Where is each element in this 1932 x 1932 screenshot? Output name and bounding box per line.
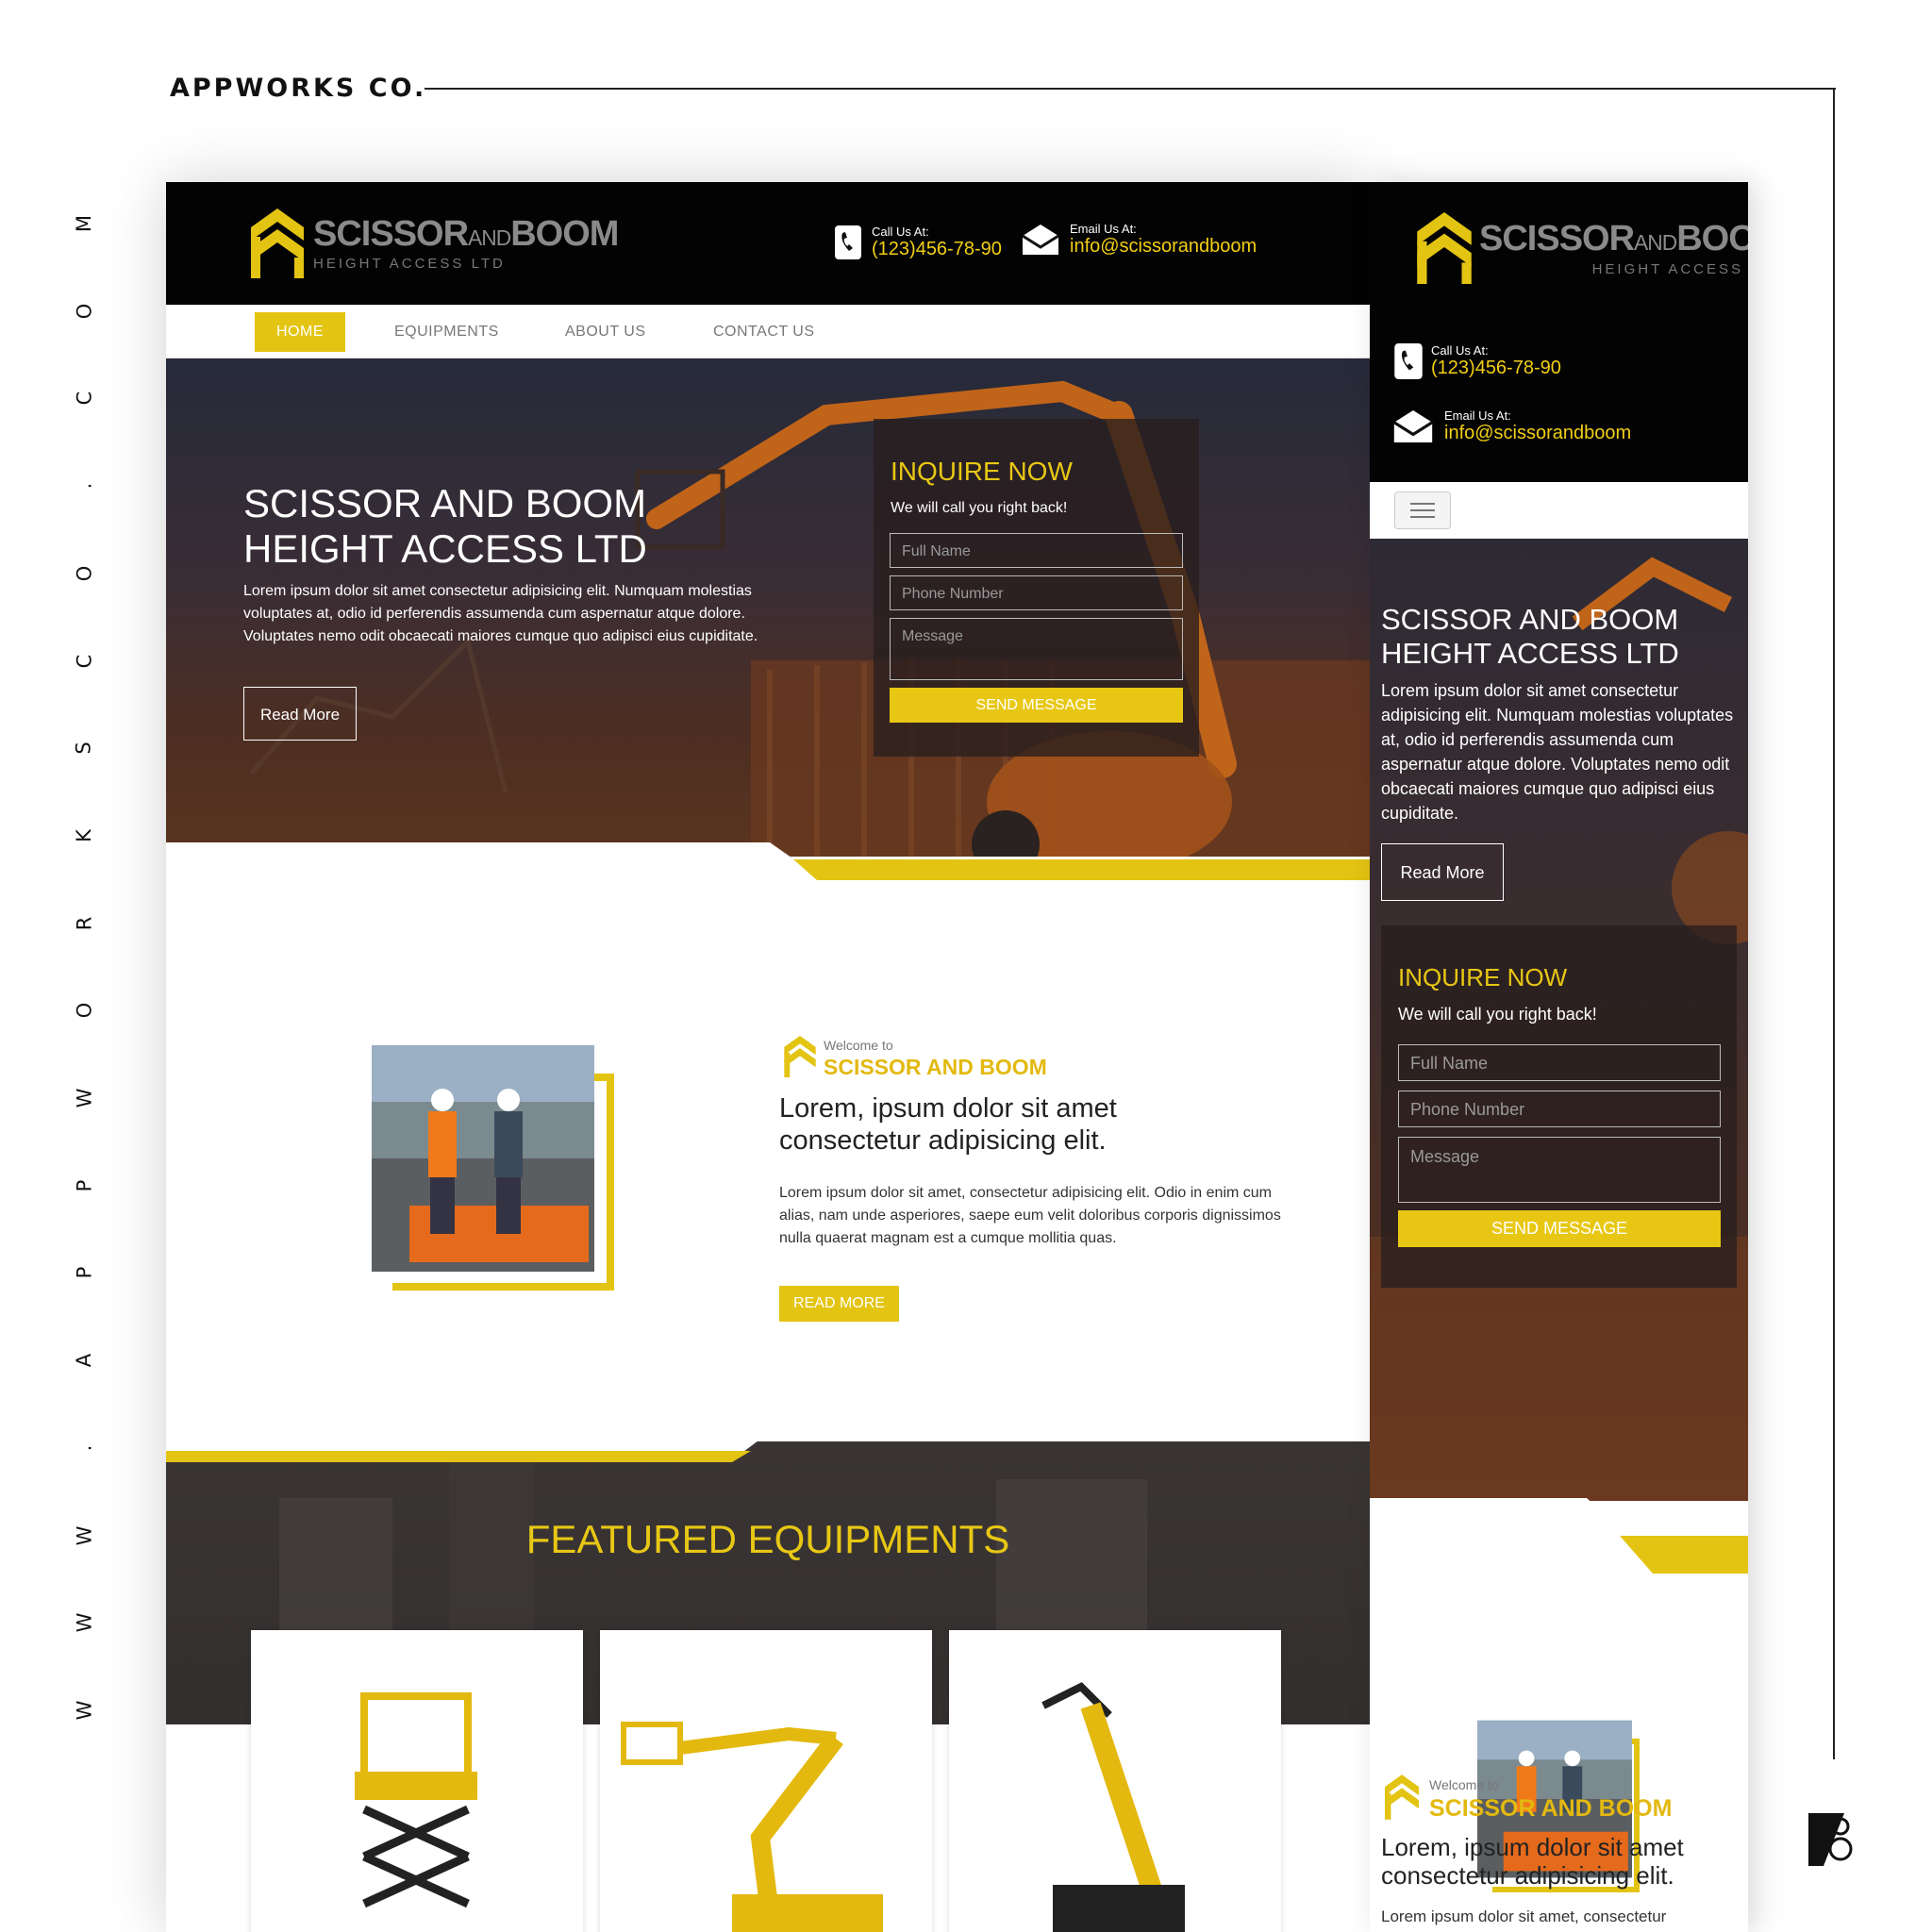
nav-contact-us[interactable]: CONTACT US	[713, 305, 815, 358]
mobile-welcome-logo	[1385, 1774, 1419, 1824]
mobile-hero-title: SCISSOR AND BOOM HEIGHT ACCESS LTD	[1381, 603, 1679, 670]
mail-icon	[1393, 410, 1433, 442]
mobile-message-textarea[interactable]: Message	[1398, 1137, 1721, 1203]
mobile-mockup: SCISSORANDBOOM HEIGHT ACCESS LTD Call Us…	[1370, 182, 1748, 1932]
desktop-mockup: SCISSORANDBOOM HEIGHT ACCESS LTD Call Us…	[166, 182, 1370, 1932]
mobile-nav-bar	[1370, 482, 1748, 539]
mobile-call-us-block[interactable]: Call Us At: (123)456-78-90	[1393, 342, 1561, 380]
hero-description: Lorem ipsum dolor sit amet consectetur a…	[243, 583, 758, 644]
equipment-card-telehandler[interactable]	[949, 1630, 1281, 1932]
logo-chevron-icon	[251, 208, 304, 278]
desktop-top-bar: SCISSORANDBOOM HEIGHT ACCESS LTD Call Us…	[166, 182, 1370, 305]
logo-tagline: HEIGHT ACCESS LTD	[313, 255, 506, 272]
logo-chevron-icon	[784, 1036, 816, 1077]
featured-yellow-bar	[166, 1451, 732, 1462]
mobile-hero-bottom-divider	[1370, 1498, 1748, 1574]
call-us-block[interactable]: Call Us At: (123)456-78-90	[834, 225, 1002, 260]
frame-top-line	[425, 88, 1836, 90]
logo-chevron-icon	[1385, 1774, 1419, 1820]
main-navigation: HOME EQUIPMENTS ABOUT US CONTACT US	[166, 305, 1370, 358]
frame-right-line	[1833, 88, 1835, 1759]
welcome-label: Welcome to	[824, 1038, 893, 1053]
send-message-button[interactable]: SEND MESSAGE	[890, 688, 1183, 723]
nav-equipments[interactable]: EQUIPMENTS	[394, 305, 499, 358]
email-us-block[interactable]: Email Us At: info@scissorandboom	[1023, 222, 1257, 258]
phone-number: (123)456-78-90	[872, 239, 1002, 259]
agency-brand: APPWORKS CO.	[170, 74, 427, 103]
hero-read-more-button[interactable]: Read More	[243, 687, 357, 741]
mobile-about-heading: Lorem, ipsum dolor sit amet consectetur …	[1381, 1833, 1684, 1890]
mobile-site-logo[interactable]: SCISSORANDBOOM HEIGHT ACCESS LTD	[1417, 212, 1748, 284]
hero-title: SCISSOR AND BOOM HEIGHT ACCESS LTD	[243, 481, 647, 571]
logo-name-and: AND	[468, 225, 511, 250]
inquire-form: INQUIRE NOW We will call you right back!…	[874, 419, 1199, 757]
mobile-email-us-block[interactable]: Email Us At: info@scissorandboom	[1393, 408, 1631, 444]
agency-corner-logo-icon	[1808, 1813, 1853, 1866]
inquire-subtitle: We will call you right back!	[891, 500, 1068, 516]
boom-lift-image	[621, 1722, 883, 1932]
equipment-card-boom-lift[interactable]	[600, 1630, 932, 1932]
nav-about-us[interactable]: ABOUT US	[565, 305, 646, 358]
hero-bottom-divider	[166, 842, 1370, 937]
call-us-label: Call Us At:	[872, 225, 929, 239]
equipment-card-scissor-lift[interactable]	[251, 1630, 583, 1932]
telehandler-image	[1041, 1682, 1185, 1932]
scissor-lift-image	[355, 1692, 477, 1908]
mobile-full-name-input[interactable]: Full Name	[1398, 1044, 1721, 1081]
about-image-frame-bottom	[392, 1283, 614, 1291]
presentation-page: APPWORKS CO. M O C . O C S K R O W P P A…	[0, 0, 1932, 1932]
mobile-hero-read-more-button[interactable]: Read More	[1381, 843, 1504, 901]
mobile-send-message-button[interactable]: SEND MESSAGE	[1398, 1210, 1721, 1247]
hero-section: SCISSOR AND BOOM HEIGHT ACCESS LTD Lorem…	[166, 358, 1370, 857]
featured-title: FEATURED EQUIPMENTS	[525, 1517, 1010, 1561]
about-description: Lorem ipsum dolor sit amet, consectetur …	[779, 1185, 1281, 1246]
mobile-about-description: Lorem ipsum dolor sit amet, consectetur	[1381, 1907, 1667, 1925]
email-address: info@scissorandboom	[1070, 236, 1257, 257]
inquire-title: INQUIRE NOW	[891, 457, 1073, 486]
about-welcome-logo	[784, 1036, 816, 1082]
about-read-more-button[interactable]: READ MORE	[779, 1286, 899, 1322]
mail-icon	[1023, 225, 1058, 255]
vertical-website-url: M O C . O C S K R O W P P A . W W W	[72, 214, 95, 1721]
about-heading: Lorem, ipsum dolor sit amet consectetur …	[779, 1093, 1117, 1156]
mobile-inquire-form: INQUIRE NOW We will call you right back!…	[1381, 925, 1737, 1288]
phone-number-input[interactable]: Phone Number	[890, 575, 1183, 610]
message-textarea[interactable]: Message	[890, 618, 1183, 680]
workers-on-lift-image	[372, 1045, 594, 1272]
site-logo[interactable]: SCISSORANDBOOM HEIGHT ACCESS LTD	[251, 208, 619, 278]
phone-icon	[835, 225, 861, 259]
welcome-brand: SCISSOR AND BOOM	[824, 1055, 1047, 1079]
mobile-hero-section: SCISSOR AND BOOM HEIGHT ACCESS LTD Lorem…	[1370, 539, 1748, 1501]
about-image-frame-right	[607, 1074, 614, 1291]
mobile-hero-description: Lorem ipsum dolor sit amet consectetur a…	[1381, 681, 1734, 823]
full-name-input[interactable]: Full Name	[890, 533, 1183, 568]
email-us-label: Email Us At:	[1070, 222, 1137, 236]
logo-name-end: BOOM	[510, 213, 619, 254]
nav-home[interactable]: HOME	[255, 312, 345, 352]
logo-name-main: SCISSOR	[313, 213, 469, 254]
logo-chevron-icon	[1417, 212, 1472, 284]
mobile-phone-number-input[interactable]: Phone Number	[1398, 1091, 1721, 1127]
phone-icon	[1394, 343, 1423, 379]
hamburger-menu-icon[interactable]	[1394, 491, 1451, 529]
